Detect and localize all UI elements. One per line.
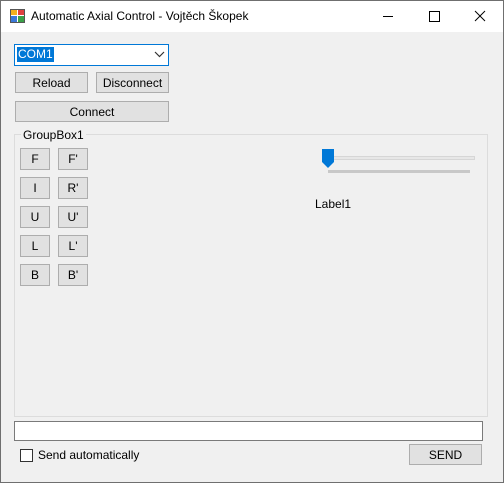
connect-button[interactable]: Connect: [15, 101, 169, 122]
trackbar-tick-bar: [328, 170, 470, 173]
move-button-i[interactable]: I: [20, 177, 50, 199]
move-button-l[interactable]: L: [20, 235, 50, 257]
move-button-f-prime[interactable]: F': [58, 148, 88, 170]
reload-button[interactable]: Reload: [15, 72, 88, 93]
title-bar[interactable]: Automatic Axial Control - Vojtěch Škopek: [1, 1, 503, 32]
main-window: Automatic Axial Control - Vojtěch Škopek…: [0, 0, 504, 483]
move-button-f[interactable]: F: [20, 148, 50, 170]
move-button-r-prime[interactable]: R': [58, 177, 88, 199]
port-select[interactable]: COM1: [14, 44, 169, 66]
chevron-down-icon[interactable]: [154, 50, 165, 58]
close-icon: [474, 10, 486, 22]
group-box-label: GroupBox1: [21, 128, 86, 142]
send-automatically-checkbox[interactable]: [20, 449, 33, 462]
move-button-b-prime[interactable]: B': [58, 264, 88, 286]
trackbar-rail[interactable]: [328, 156, 475, 160]
move-button-u-prime[interactable]: U': [58, 206, 88, 228]
label1: Label1: [315, 197, 352, 211]
trackbar-thumb[interactable]: [322, 149, 334, 168]
window-title: Automatic Axial Control - Vojtěch Škopek: [31, 9, 249, 23]
send-automatically-label[interactable]: Send automatically: [38, 448, 139, 462]
disconnect-button[interactable]: Disconnect: [96, 72, 169, 93]
move-button-l-prime[interactable]: L': [58, 235, 88, 257]
send-button[interactable]: SEND: [409, 444, 482, 465]
move-button-u[interactable]: U: [20, 206, 50, 228]
port-select-value: COM1: [17, 47, 54, 62]
command-input[interactable]: [14, 421, 483, 441]
minimize-button[interactable]: [365, 1, 411, 32]
close-button[interactable]: [457, 1, 503, 32]
move-button-b[interactable]: B: [20, 264, 50, 286]
maximize-icon: [429, 11, 440, 22]
minimize-icon: [383, 16, 393, 17]
maximize-button[interactable]: [411, 1, 457, 32]
app-icon: [10, 9, 25, 23]
